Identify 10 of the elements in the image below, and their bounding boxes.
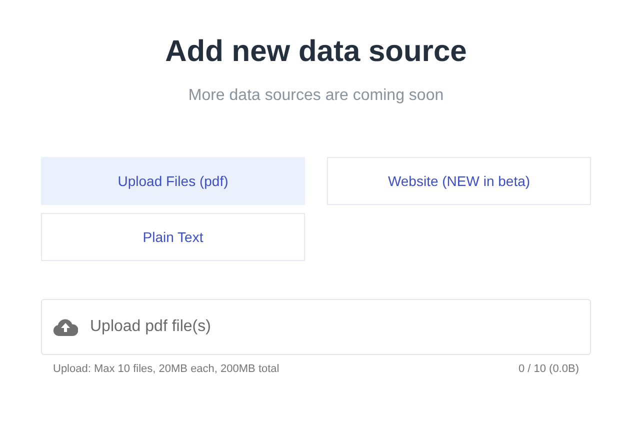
- upload-placeholder: Upload pdf file(s): [90, 318, 211, 336]
- file-count: 0 / 10 (0.0B): [518, 363, 579, 375]
- page-title: Add new data source: [164, 34, 468, 70]
- source-tab[interactable]: Website (NEW in beta): [327, 157, 591, 205]
- upload-field[interactable]: Upload pdf file(s): [41, 299, 591, 355]
- source-tab[interactable]: Upload Files (pdf): [41, 157, 305, 205]
- source-tab[interactable]: Plain Text: [41, 213, 305, 261]
- upload-limits: Upload: Max 10 files, 20MB each, 200MB total: [53, 363, 280, 375]
- page-subtitle: More data sources are coming soon: [188, 87, 444, 105]
- cloud-upload-icon: [53, 318, 78, 336]
